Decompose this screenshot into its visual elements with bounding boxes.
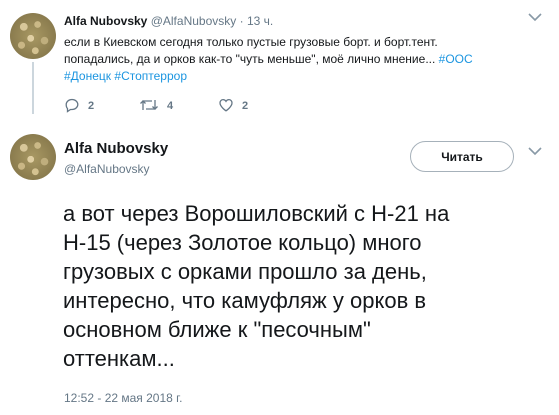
tweet-timestamp[interactable]: 12:52 - 22 мая 2018 г.	[64, 391, 182, 405]
tweet-text-line: интересно, что камуфляж у орков в	[63, 288, 427, 313]
tweet-text: если в Киевском сегодня только пустые гр…	[64, 34, 473, 85]
author-name[interactable]: Alfa Nubovsky	[64, 140, 168, 157]
like-button[interactable]: 2	[218, 97, 248, 115]
retweet-count: 4	[167, 100, 174, 112]
thread-line	[32, 62, 34, 114]
author-handle[interactable]: @AlfaNubovsky	[151, 14, 237, 28]
chevron-down-icon[interactable]	[526, 144, 544, 158]
tweet-header: Alfa Nubovsky @AlfaNubovsky · 13 ч.	[64, 14, 273, 28]
reply-icon	[64, 97, 80, 116]
tweet-text-line: оттенкам...	[63, 346, 175, 371]
tweet-text-fragment: попадались, да и орков как-то "чуть мень…	[64, 52, 439, 66]
reply-count: 2	[88, 100, 95, 112]
reply-button[interactable]: 2	[64, 97, 94, 115]
author-name[interactable]: Alfa Nubovsky	[64, 14, 147, 28]
follow-button[interactable]: Читать	[410, 141, 514, 172]
heart-icon	[218, 97, 234, 116]
tweet-time[interactable]: 13 ч.	[247, 14, 273, 28]
retweet-icon	[139, 97, 159, 116]
hashtag[interactable]: #Стоптеррор	[114, 69, 187, 83]
tweet-text-line: #Донецк #Стоптеррор	[64, 68, 473, 85]
hashtag[interactable]: #Донецк	[64, 69, 111, 83]
avatar[interactable]	[10, 134, 56, 180]
author-handle[interactable]: @AlfaNubovsky	[64, 162, 150, 176]
chevron-down-icon[interactable]	[526, 10, 544, 24]
avatar[interactable]	[10, 13, 56, 59]
tweet-text: а вот через Ворошиловский с Н-21 на Н-15…	[63, 199, 449, 373]
tweet-text-line: грузовых с орками прошло за день,	[63, 259, 427, 284]
like-count: 2	[242, 100, 249, 112]
tweet-text-line: попадались, да и орков как-то "чуть мень…	[64, 51, 473, 68]
separator: ·	[239, 14, 244, 28]
tweet-text-line: а вот через Ворошиловский с Н-21 на	[63, 201, 450, 226]
tweet-text-line: Н-15 (через Золотое кольцо) много	[63, 230, 422, 255]
tweet-text-line: основном ближе к "песочным"	[63, 317, 371, 342]
retweet-button[interactable]: 4	[139, 97, 173, 115]
tweet-text-line: если в Киевском сегодня только пустые гр…	[64, 35, 438, 49]
hashtag[interactable]: #ООС	[439, 52, 473, 66]
